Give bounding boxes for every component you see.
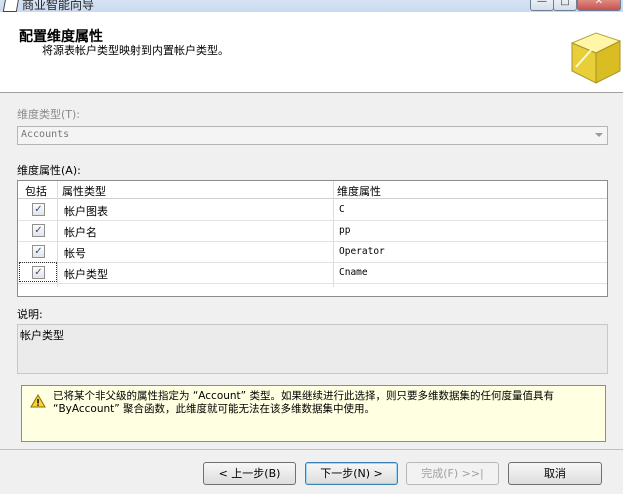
include-checkbox[interactable]: ✓ bbox=[32, 224, 45, 237]
column-header-dimension-attribute: 维度属性 bbox=[337, 185, 381, 198]
cube-icon bbox=[570, 32, 622, 84]
dimension-type-select[interactable]: Accounts bbox=[17, 126, 608, 145]
table-row[interactable]: ✓ 帐户名 pp bbox=[18, 220, 607, 242]
page-subtitle: 将源表帐户类型映射到内置帐户类型。 bbox=[42, 44, 229, 57]
include-checkbox[interactable]: ✓ bbox=[32, 245, 45, 258]
dimension-type-value: Accounts bbox=[21, 129, 70, 140]
dimension-attribute-cell[interactable]: C bbox=[339, 204, 345, 215]
include-checkbox[interactable]: ✓ bbox=[32, 203, 45, 216]
minimize-button[interactable]: — bbox=[530, 0, 554, 11]
wizard-header: 配置维度属性 将源表帐户类型映射到内置帐户类型。 bbox=[0, 12, 623, 93]
attribute-type-cell: 帐户名 bbox=[64, 226, 97, 239]
finish-button[interactable]: 完成(F) >>| bbox=[406, 462, 499, 485]
column-header-attribute-type: 属性类型 bbox=[62, 185, 106, 198]
include-checkbox[interactable]: ✓ bbox=[32, 266, 45, 279]
warning-text: 已将某个非父级的属性指定为 “Account” 类型。如果继续进行此选择，则只要… bbox=[53, 390, 554, 415]
dimension-attributes-label: 维度属性(A): bbox=[17, 164, 81, 177]
attribute-type-cell: 帐户图表 bbox=[64, 205, 108, 218]
maximize-button[interactable]: □ bbox=[553, 0, 577, 11]
table-row[interactable]: ✓ 帐户图表 C bbox=[18, 199, 607, 221]
table-row[interactable]: ✓ 帐号 Operator bbox=[18, 241, 607, 263]
warning-panel: 已将某个非父级的属性指定为 “Account” 类型。如果继续进行此选择，则只要… bbox=[21, 385, 606, 442]
column-header-include: 包括 bbox=[25, 185, 47, 198]
description-text: 帐户类型 bbox=[20, 329, 64, 342]
table-row[interactable]: ✓ 帐户类型 Cname bbox=[18, 262, 607, 284]
dimension-attribute-cell[interactable]: Operator bbox=[339, 246, 385, 257]
footer-divider bbox=[0, 449, 623, 450]
attribute-type-cell: 帐户类型 bbox=[64, 268, 108, 281]
attributes-grid: 包括 属性类型 维度属性 ✓ 帐户图表 C ✓ 帐户名 pp ✓ 帐号 Oper… bbox=[17, 180, 608, 297]
dimension-type-label: 维度类型(T): bbox=[17, 108, 81, 121]
dimension-attribute-cell[interactable]: pp bbox=[339, 225, 350, 236]
app-icon bbox=[2, 0, 20, 12]
next-button[interactable]: 下一步(N) > bbox=[305, 462, 398, 485]
close-button[interactable]: ✕ bbox=[577, 0, 621, 11]
warning-icon bbox=[30, 394, 46, 408]
attribute-type-cell: 帐号 bbox=[64, 247, 86, 260]
description-box: 帐户类型 bbox=[17, 324, 608, 374]
dimension-attribute-cell[interactable]: Cname bbox=[339, 267, 368, 278]
chevron-down-icon bbox=[595, 133, 603, 137]
back-button[interactable]: < 上一步(B) bbox=[203, 462, 296, 485]
description-label: 说明: bbox=[17, 308, 43, 321]
cancel-button[interactable]: 取消 bbox=[508, 462, 602, 485]
grid-header: 包括 属性类型 维度属性 bbox=[18, 181, 607, 199]
